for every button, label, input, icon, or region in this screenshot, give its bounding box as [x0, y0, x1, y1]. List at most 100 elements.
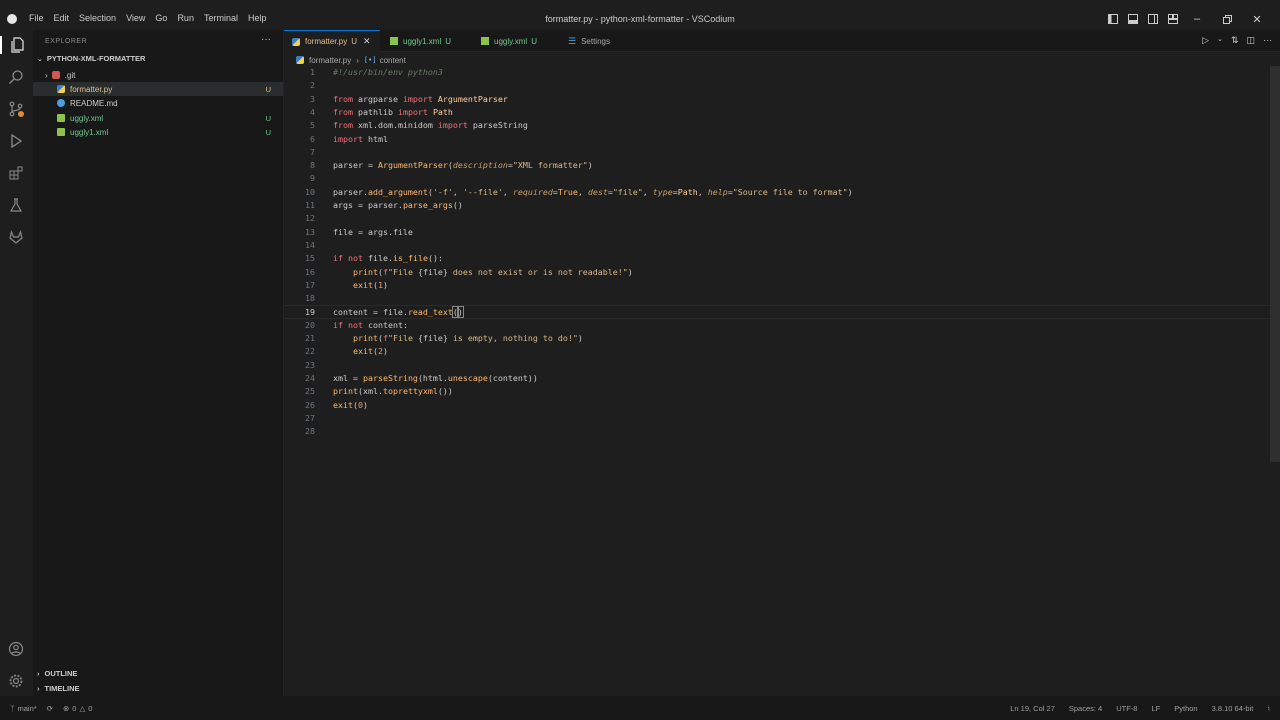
- code-line: 18: [284, 292, 1270, 305]
- code-line: 15 if not file.is_file():: [284, 252, 1270, 265]
- indentation[interactable]: Spaces: 4: [1069, 704, 1102, 713]
- problems-indicator[interactable]: ⊗ 0 △ 0: [63, 704, 92, 713]
- code-line: 13 file = args.file: [284, 226, 1270, 239]
- line-number: 3: [310, 93, 315, 104]
- end-of-line[interactable]: LF: [1151, 704, 1160, 713]
- tree-item-formatter-py[interactable]: formatter.py U: [33, 82, 283, 96]
- tree-item-label: README.md: [70, 98, 118, 108]
- line-number: 22: [305, 346, 315, 357]
- line-number: 4: [310, 106, 315, 117]
- tab-uggly1-xml[interactable]: uggly1.xml U: [382, 30, 470, 52]
- run-dropdown-chevron-icon[interactable]: ⌄: [1217, 35, 1223, 46]
- open-changes-icon[interactable]: ⇅: [1231, 35, 1239, 46]
- encoding[interactable]: UTF-8: [1116, 704, 1137, 713]
- code-line: 22 exit(2): [284, 345, 1270, 358]
- code-line: 20 if not content:: [284, 319, 1270, 332]
- code-text: print(xml.toprettyxml()): [333, 386, 453, 397]
- breadcrumb-file[interactable]: formatter.py: [309, 56, 351, 65]
- cursor-position[interactable]: Ln 19, Col 27: [1010, 704, 1055, 713]
- run-debug-icon[interactable]: [7, 132, 25, 150]
- testing-icon[interactable]: [7, 196, 25, 214]
- xml-file-icon: [57, 128, 65, 136]
- branch-indicator[interactable]: ᛉ main*: [10, 704, 37, 713]
- code-line: 7: [284, 146, 1270, 159]
- customize-layout-icon[interactable]: [1164, 12, 1182, 26]
- line-number: 24: [305, 372, 315, 383]
- line-number: 9: [310, 173, 315, 184]
- project-folder-header[interactable]: ⌄ PYTHON-XML-FORMATTER: [37, 54, 145, 63]
- line-number: 23: [305, 359, 315, 370]
- line-number: 1: [310, 67, 315, 77]
- code-line: 4 from pathlib import Path: [284, 106, 1270, 119]
- xml-file-icon: [390, 37, 398, 45]
- editor-scrollbar[interactable]: [1270, 66, 1280, 462]
- notifications-bell-icon[interactable]: ♮: [1267, 704, 1270, 713]
- sync-icon[interactable]: ⟳: [47, 704, 53, 713]
- outline-section-header[interactable]: › OUTLINE: [37, 669, 77, 678]
- restore-icon[interactable]: [1212, 12, 1242, 26]
- explorer-more-actions-icon[interactable]: ···: [261, 34, 271, 45]
- line-number: 15: [305, 253, 315, 264]
- tree-item-readme-md[interactable]: README.md: [33, 96, 283, 110]
- outline-label: OUTLINE: [44, 669, 78, 678]
- extensions-icon[interactable]: [7, 164, 25, 182]
- search-icon[interactable]: [7, 68, 25, 86]
- line-number: 14: [305, 239, 315, 250]
- tree-item-label: .git: [64, 70, 76, 80]
- timeline-section-header[interactable]: › TIMELINE: [37, 684, 80, 693]
- tree-item-uggly-xml[interactable]: uggly.xml U: [33, 111, 283, 125]
- code-line: 21 print(f"File {file} is empty, nothing…: [284, 332, 1270, 345]
- current-code-line: 19 content = file.read_text(): [284, 305, 1270, 319]
- code-text: if not content:: [333, 319, 408, 330]
- code-line: 17 exit(1): [284, 279, 1270, 292]
- line-number: 8: [310, 160, 315, 171]
- source-control-icon[interactable]: [7, 100, 25, 118]
- more-actions-icon[interactable]: ···: [1263, 35, 1272, 46]
- line-number: 18: [305, 293, 315, 304]
- language-mode[interactable]: Python: [1174, 704, 1197, 713]
- tree-item-git-folder[interactable]: › .git: [33, 68, 283, 82]
- line-number: 2: [310, 80, 315, 91]
- code-text: exit(0): [333, 399, 368, 410]
- code-text: parser.add_argument('-f', '--file', requ…: [333, 186, 853, 197]
- explorer-icon[interactable]: [0, 36, 33, 54]
- chevron-right-icon: ›: [45, 70, 48, 80]
- python-interpreter[interactable]: 3.8.10 64-bit: [1212, 704, 1254, 713]
- chevron-right-icon: ›: [37, 669, 40, 678]
- tree-item-uggly1-xml[interactable]: uggly1.xml U: [33, 125, 283, 139]
- run-python-icon[interactable]: ▷: [1202, 35, 1209, 46]
- tab-badge: U: [445, 36, 452, 46]
- code-text: xml = parseString(html.unescape(content)…: [333, 372, 538, 383]
- manage-gear-icon[interactable]: [7, 672, 25, 690]
- toggle-sidebar-icon[interactable]: [1104, 12, 1122, 26]
- code-editor[interactable]: 1 #!/usr/bin/env python3 2 3 from argparse…: [284, 66, 1280, 696]
- toggle-panel-icon[interactable]: [1124, 12, 1142, 26]
- line-number: 6: [310, 133, 315, 144]
- code-line: 9: [284, 172, 1270, 185]
- chevron-right-icon: ›: [37, 684, 40, 693]
- git-folder-icon: [51, 71, 60, 79]
- window-controls: – ✕: [1102, 12, 1272, 26]
- code-text: parser = ArgumentParser(description="XML…: [333, 160, 593, 171]
- split-editor-icon[interactable]: ◫: [1246, 35, 1255, 46]
- tab-uggly-xml[interactable]: uggly.xml U: [473, 30, 557, 52]
- breadcrumb-symbol[interactable]: content: [380, 56, 406, 65]
- minimize-icon[interactable]: –: [1182, 12, 1212, 26]
- tab-formatter-py[interactable]: formatter.py U ✕: [284, 30, 380, 52]
- toggle-secondary-sidebar-icon[interactable]: [1144, 12, 1162, 26]
- close-window-icon[interactable]: ✕: [1242, 12, 1272, 26]
- gitlab-icon[interactable]: [7, 228, 25, 246]
- timeline-label: TIMELINE: [44, 684, 80, 693]
- untracked-badge: U: [265, 113, 271, 123]
- code-line: 2: [284, 79, 1270, 92]
- line-number: 11: [305, 200, 315, 210]
- xml-file-icon: [481, 37, 489, 45]
- code-line: 14: [284, 239, 1270, 252]
- tab-settings[interactable]: ☰ Settings: [560, 30, 640, 52]
- branch-name: main*: [17, 703, 37, 713]
- close-icon[interactable]: ✕: [363, 36, 371, 47]
- accounts-icon[interactable]: [7, 640, 25, 658]
- code-text: from argparse import ArgumentParser: [333, 93, 508, 104]
- code-text: from xml.dom.minidom import parseString: [333, 120, 528, 131]
- warning-count: 0: [88, 703, 93, 713]
